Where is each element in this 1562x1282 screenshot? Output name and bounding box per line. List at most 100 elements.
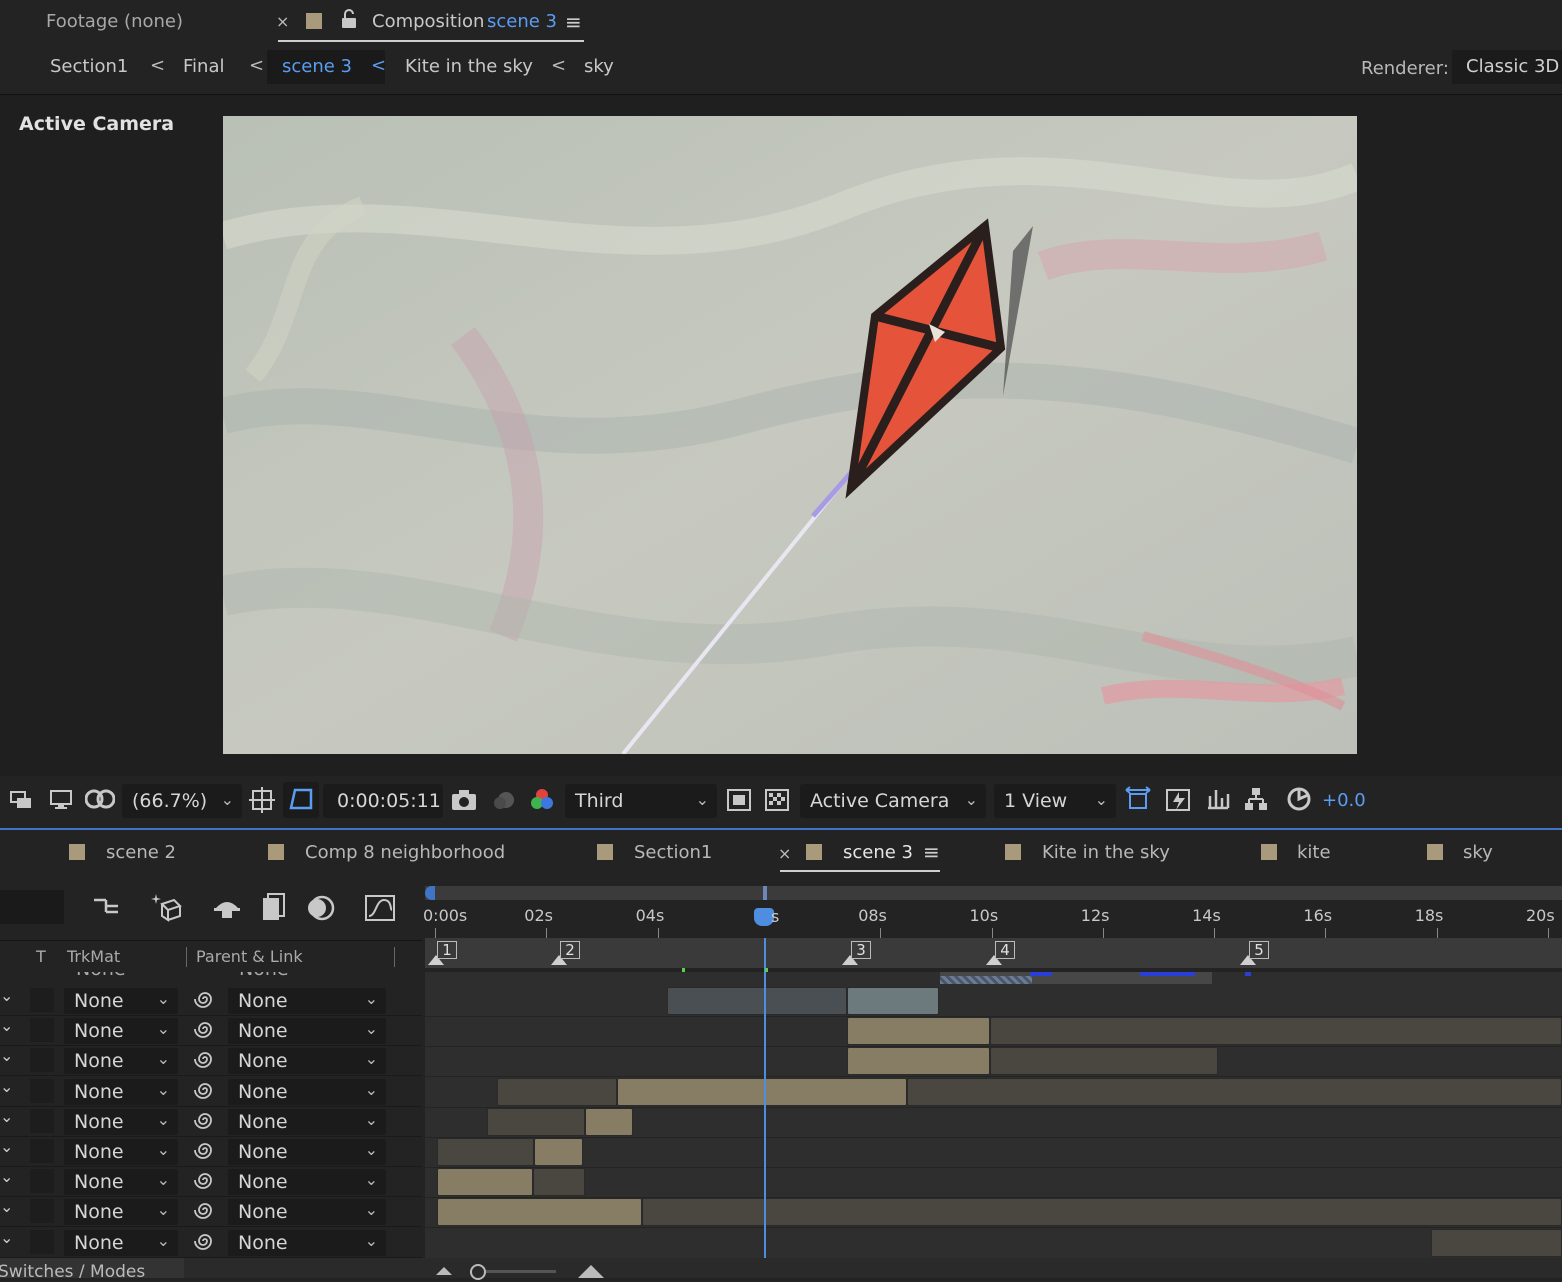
composition-mini-flowchart-icon[interactable]: [92, 894, 122, 924]
expand-chevron-icon[interactable]: ⌄: [0, 1197, 13, 1216]
timeline-tab-section1[interactable]: Section1: [634, 842, 712, 863]
preserve-transparency-toggle[interactable]: [30, 1078, 54, 1103]
time-ruler[interactable]: 0:00s 02s 04s 08s 10s 12s 14s 16s 18s 20s: [423, 884, 1562, 938]
layer-row[interactable]: ⌄ None ⌄ None ⌄: [0, 1167, 422, 1198]
pickwhip-spiral-icon[interactable]: [194, 988, 216, 1014]
timeline-tab-kite-in-the-sky[interactable]: Kite in the sky: [1042, 842, 1170, 863]
layer-bar[interactable]: [534, 1138, 583, 1166]
current-time-display[interactable]: 0:00:05:11: [323, 784, 443, 818]
pickwhip-spiral-icon[interactable]: [194, 1230, 216, 1256]
monitor-icon[interactable]: [50, 790, 72, 814]
composition-tab-prefix[interactable]: Composition: [372, 11, 484, 32]
parent-select[interactable]: None ⌄: [228, 1048, 386, 1075]
layer-bar[interactable]: [847, 987, 939, 1015]
layer-bar[interactable]: [1431, 1228, 1562, 1257]
region-of-interest-button[interactable]: [283, 782, 319, 818]
trkmat-select[interactable]: None ⌄: [64, 1078, 178, 1105]
breadcrumb-item-section1[interactable]: Section1: [50, 56, 128, 77]
parent-select[interactable]: None ⌄: [228, 1169, 386, 1196]
layer-bar[interactable]: [437, 1138, 534, 1166]
breadcrumb-item-kite-in-the-sky[interactable]: Kite in the sky: [405, 56, 533, 77]
parent-select[interactable]: None ⌄: [228, 1018, 386, 1045]
layer-bar[interactable]: [617, 1077, 907, 1106]
color-channels-icon[interactable]: [529, 787, 555, 817]
comp-marker[interactable]: 5: [1240, 941, 1281, 965]
panel-menu-icon[interactable]: ≡: [923, 840, 940, 864]
preserve-transparency-toggle[interactable]: [30, 1108, 54, 1133]
layer-bar[interactable]: [907, 1077, 1562, 1106]
toggle-pixel-aspect-icon[interactable]: [1124, 786, 1152, 818]
parent-select[interactable]: None ⌄: [228, 988, 386, 1014]
comp-marker-row[interactable]: 1 2 3 4 5: [425, 938, 1562, 968]
breadcrumb-item-scene-3[interactable]: scene 3: [282, 56, 352, 77]
motion-blur-icon[interactable]: [305, 894, 335, 926]
mask-visibility-icon[interactable]: [84, 789, 116, 815]
frame-blending-icon[interactable]: [260, 892, 288, 926]
trkmat-select[interactable]: None ⌄: [64, 1199, 178, 1226]
reset-exposure-icon[interactable]: [1286, 786, 1312, 816]
pickwhip-spiral-icon[interactable]: [194, 1199, 216, 1225]
parent-select[interactable]: None ⌄: [228, 1229, 386, 1256]
pickwhip-spiral-icon[interactable]: [194, 1048, 216, 1074]
expand-chevron-icon[interactable]: ⌄: [0, 1016, 13, 1035]
draft-3d-icon[interactable]: [150, 892, 182, 926]
layer-bar[interactable]: [585, 1107, 633, 1136]
layer-search-input[interactable]: [0, 890, 64, 924]
show-snapshot-icon[interactable]: [491, 789, 517, 815]
layer-row[interactable]: ⌄ None ⌄ None ⌄: [0, 1137, 422, 1167]
column-header-trkmat[interactable]: TrkMat: [67, 947, 120, 966]
trkmat-select[interactable]: None ⌄: [64, 1169, 178, 1196]
preserve-transparency-toggle[interactable]: [30, 1018, 54, 1043]
comp-marker[interactable]: 1: [428, 941, 469, 965]
close-icon[interactable]: ×: [276, 12, 289, 31]
layer-bar[interactable]: [497, 1077, 617, 1106]
graph-editor-icon[interactable]: [364, 892, 396, 926]
work-area-start-handle[interactable]: [425, 886, 435, 900]
zoom-dropdown[interactable]: (66.7%) ⌄: [122, 784, 242, 818]
zoom-out-icon[interactable]: [434, 1262, 454, 1281]
timeline-tab-comp-8-neighborhood[interactable]: Comp 8 neighborhood: [305, 842, 505, 863]
camera-view-dropdown[interactable]: Active Camera ⌄: [800, 784, 986, 818]
timeline-tab-sky[interactable]: sky: [1463, 842, 1493, 863]
trkmat-select[interactable]: None ⌄: [64, 1018, 178, 1045]
layer-bar[interactable]: [847, 1017, 990, 1046]
exposure-value[interactable]: +0.0: [1322, 790, 1366, 811]
layer-bar[interactable]: [437, 1198, 642, 1227]
layer-bar[interactable]: [437, 1168, 533, 1197]
parent-select[interactable]: None ⌄: [228, 1199, 386, 1226]
column-header-parent-link[interactable]: Parent & Link: [196, 947, 303, 966]
fit-frame-icon[interactable]: [249, 787, 275, 817]
layer-bar[interactable]: [667, 987, 847, 1015]
trkmat-select[interactable]: None ⌄: [64, 1139, 178, 1165]
expand-chevron-icon[interactable]: ⌄: [0, 1107, 13, 1126]
layer-bar[interactable]: [642, 1198, 1562, 1227]
preserve-transparency-toggle[interactable]: [30, 1169, 54, 1194]
trkmat-select[interactable]: None ⌄: [64, 1108, 178, 1135]
flowchart-icon[interactable]: [1243, 786, 1269, 816]
switches-modes-toggle[interactable]: Switches / Modes: [0, 1258, 184, 1278]
expand-chevron-icon[interactable]: ⌄: [0, 1228, 13, 1247]
pickwhip-spiral-icon[interactable]: [194, 1169, 216, 1195]
layer-bar[interactable]: [990, 1047, 1218, 1076]
comp-marker[interactable]: 3: [842, 941, 883, 965]
timeline-icon[interactable]: [1205, 786, 1231, 816]
parent-select[interactable]: None ⌄: [228, 1108, 386, 1135]
timeline-tab-kite[interactable]: kite: [1297, 842, 1331, 863]
breadcrumb-item-final[interactable]: Final: [183, 56, 224, 77]
layer-row[interactable]: ⌄ None ⌄ None ⌄: [0, 1197, 422, 1228]
snapshot-camera-icon[interactable]: [451, 789, 477, 815]
panel-menu-icon[interactable]: ≡: [565, 10, 582, 34]
comp-marker[interactable]: 2: [551, 941, 592, 965]
timeline-tab-scene-2[interactable]: scene 2: [106, 842, 176, 863]
layer-bar[interactable]: [847, 1047, 990, 1076]
toggle-mask-icon[interactable]: [727, 789, 751, 815]
layer-row[interactable]: ⌄ None ⌄ None ⌄: [0, 1016, 422, 1047]
preserve-transparency-toggle[interactable]: [30, 1048, 54, 1073]
timeline-tab-scene-3[interactable]: scene 3: [843, 842, 913, 863]
expand-chevron-icon[interactable]: ⌄: [0, 1077, 13, 1096]
zoom-in-icon[interactable]: [576, 1262, 606, 1282]
trkmat-select[interactable]: None ⌄: [64, 1229, 178, 1256]
trkmat-select[interactable]: None ⌄: [64, 1048, 178, 1075]
layer-row[interactable]: ⌄ None ⌄ None ⌄: [0, 986, 422, 1016]
hide-shy-layers-icon[interactable]: [212, 894, 242, 924]
